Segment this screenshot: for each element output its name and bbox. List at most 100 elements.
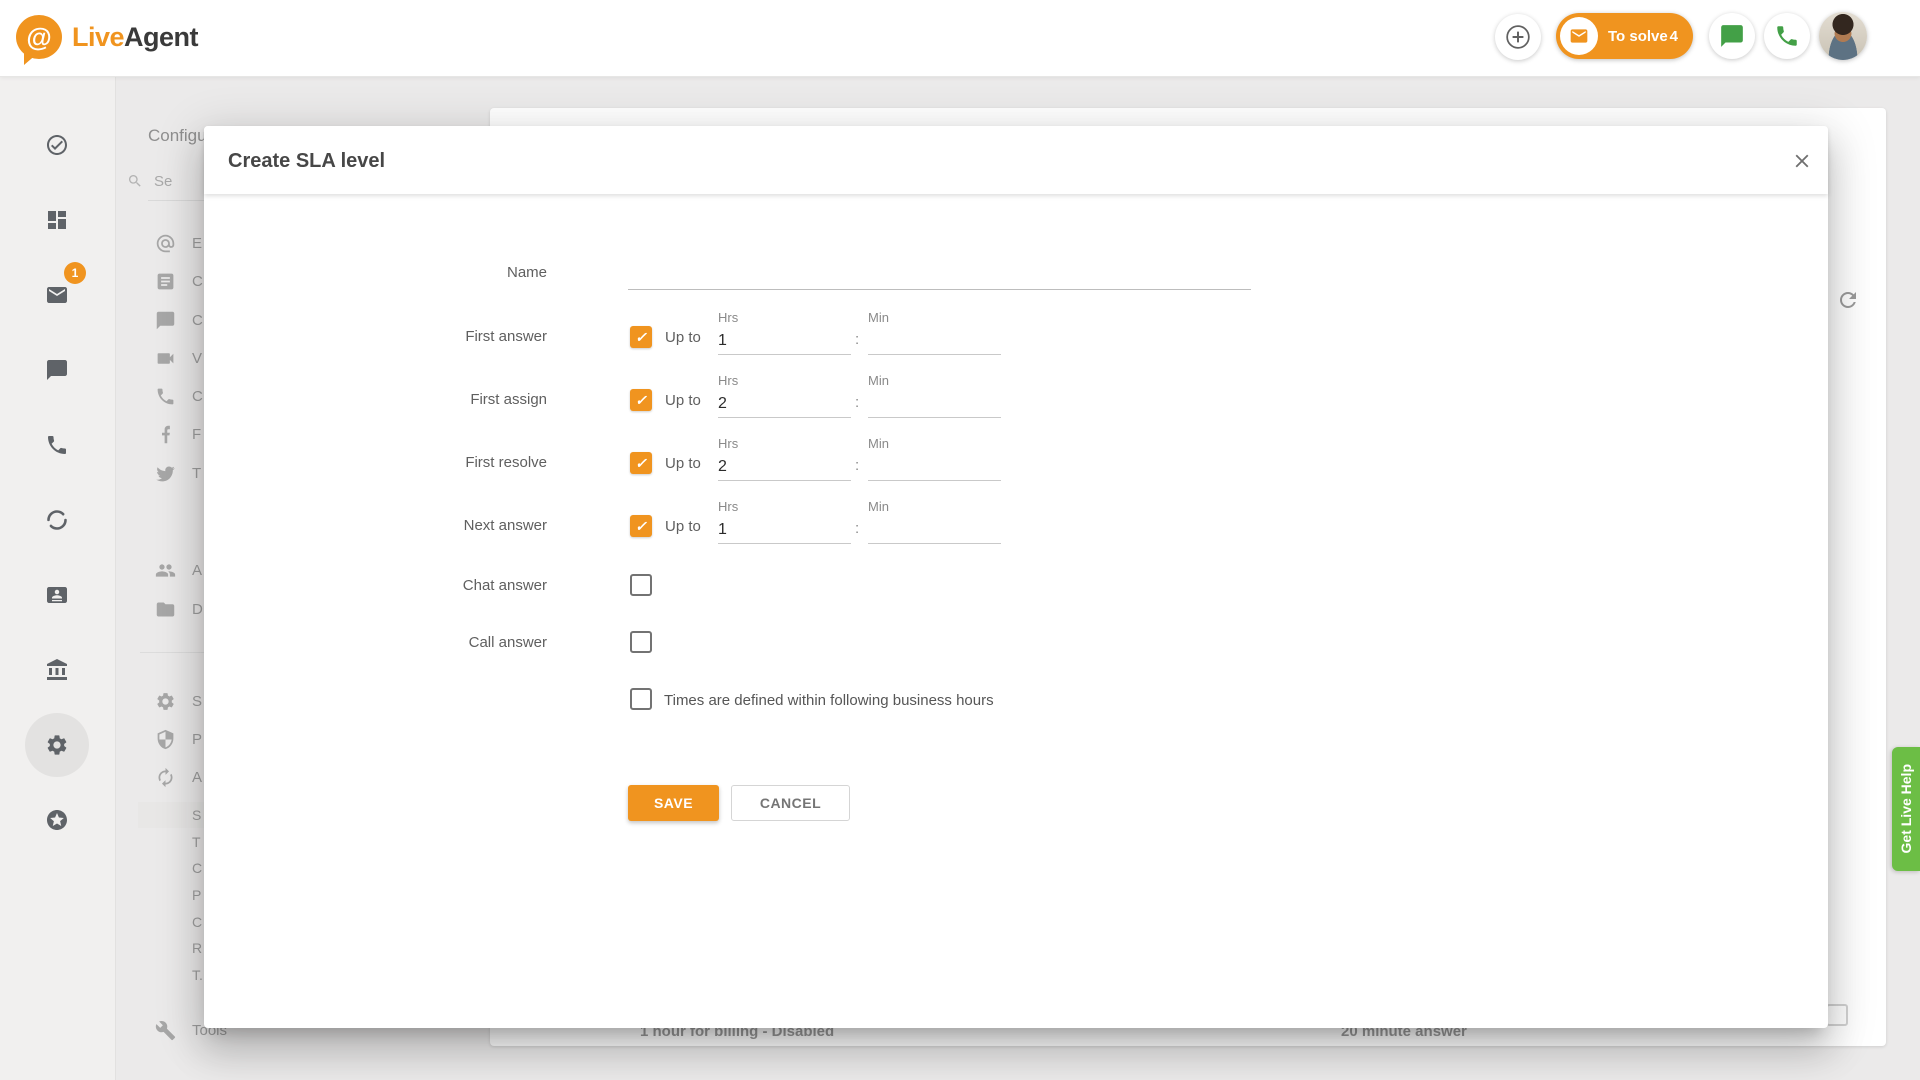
star-circle-icon xyxy=(45,808,69,832)
first-resolve-hrs-input[interactable] xyxy=(718,454,851,481)
mail-icon xyxy=(45,283,69,307)
envelope-icon xyxy=(1560,17,1598,55)
refresh-icon xyxy=(1836,288,1860,312)
sidebar-item-chats[interactable] xyxy=(45,358,69,382)
colon-separator: : xyxy=(855,520,859,537)
sidebar-item-dashboard[interactable] xyxy=(45,208,69,232)
row-label: First assign xyxy=(204,391,547,408)
next-answer-hrs-input[interactable] xyxy=(718,517,851,544)
sidebar-item-to-solve[interactable] xyxy=(45,133,69,157)
videocam-icon xyxy=(155,348,176,369)
colon-separator: : xyxy=(855,394,859,411)
first-answer-min-input[interactable] xyxy=(868,328,1001,355)
twitter-icon xyxy=(155,463,176,484)
header-chats-button[interactable] xyxy=(1709,13,1755,59)
config-subitem[interactable]: C xyxy=(192,860,202,876)
create-sla-level-dialog: Create SLA level Name First answer ✓ Up … xyxy=(204,126,1828,1028)
next-answer-checkbox[interactable]: ✓ xyxy=(630,515,652,537)
first-resolve-checkbox[interactable]: ✓ xyxy=(630,452,652,474)
first-assign-hrs-input[interactable] xyxy=(718,391,851,418)
phone-icon xyxy=(45,433,69,457)
sidebar-item-contacts[interactable] xyxy=(45,583,69,607)
sidebar-item-configuration[interactable] xyxy=(45,733,69,757)
check-icon: ✓ xyxy=(635,455,647,472)
app: @ LiveAgent To solve 4 xyxy=(0,0,1920,1080)
row-label: Next answer xyxy=(204,517,547,534)
logo-icon: @ xyxy=(16,15,62,59)
row-next-answer: Next answer ✓ Up to Hrs : Min xyxy=(204,499,1828,549)
call-answer-checkbox[interactable] xyxy=(630,631,652,653)
loop-icon xyxy=(45,508,69,532)
config-subitem-sla[interactable]: S xyxy=(192,807,201,823)
article-icon xyxy=(155,271,176,292)
name-input[interactable] xyxy=(628,258,1251,290)
config-subitem[interactable]: C xyxy=(192,914,202,930)
dialog-title: Create SLA level xyxy=(228,150,385,173)
config-subitem[interactable]: P xyxy=(192,887,201,903)
first-resolve-min-input[interactable] xyxy=(868,454,1001,481)
to-solve-count: 4 xyxy=(1670,28,1678,45)
hrs-label: Hrs xyxy=(718,499,738,514)
min-label: Min xyxy=(868,436,889,451)
business-hours-checkbox[interactable] xyxy=(630,688,652,710)
row-checkbox[interactable] xyxy=(1826,1004,1848,1026)
close-button[interactable] xyxy=(1788,148,1816,176)
to-solve-pill[interactable]: To solve 4 xyxy=(1556,13,1693,59)
sidebar-item-gamification[interactable] xyxy=(45,808,69,832)
logo[interactable]: @ LiveAgent xyxy=(16,15,198,59)
get-live-help-tab[interactable]: Get Live Help xyxy=(1892,747,1920,871)
config-subitem[interactable]: T xyxy=(192,834,201,850)
colon-separator: : xyxy=(855,457,859,474)
to-solve-label: To solve xyxy=(1608,28,1668,45)
hrs-label: Hrs xyxy=(718,310,738,325)
sidebar-item-billing[interactable] xyxy=(45,658,69,682)
at-icon xyxy=(155,233,176,254)
sidebar-item-tickets[interactable] xyxy=(45,283,69,307)
user-avatar[interactable] xyxy=(1819,12,1867,60)
bank-icon xyxy=(45,658,69,682)
sidebar-item-social[interactable] xyxy=(45,508,69,532)
up-to-label: Up to xyxy=(665,518,701,535)
dialog-header: Create SLA level xyxy=(204,126,1828,194)
wrench-icon xyxy=(155,1020,176,1041)
config-subitem[interactable]: T. xyxy=(192,967,203,983)
contacts-icon xyxy=(45,583,69,607)
save-button[interactable]: SAVE xyxy=(628,785,719,821)
people-icon xyxy=(155,560,176,581)
first-answer-hrs-input[interactable] xyxy=(718,328,851,355)
chat-bubble-icon xyxy=(45,358,69,382)
settings-gear-icon xyxy=(45,733,69,757)
row-first-assign: First assign ✓ Up to Hrs : Min xyxy=(204,373,1828,423)
first-answer-checkbox[interactable]: ✓ xyxy=(630,326,652,348)
next-answer-min-input[interactable] xyxy=(868,517,1001,544)
up-to-label: Up to xyxy=(665,455,701,472)
refresh-button[interactable] xyxy=(1836,288,1860,312)
cancel-button[interactable]: CANCEL xyxy=(731,785,850,821)
row-first-answer: First answer ✓ Up to Hrs : Min xyxy=(204,310,1828,360)
add-button[interactable] xyxy=(1495,14,1541,60)
hrs-label: Hrs xyxy=(718,436,738,451)
plus-icon xyxy=(1505,24,1531,50)
folder-icon xyxy=(155,599,176,620)
config-subitem[interactable]: R xyxy=(192,940,202,956)
first-assign-checkbox[interactable]: ✓ xyxy=(630,389,652,411)
autorenew-icon xyxy=(155,767,176,788)
chat-bubble-icon xyxy=(155,310,176,331)
hrs-label: Hrs xyxy=(718,373,738,388)
phone-icon xyxy=(1774,23,1800,49)
phone-icon xyxy=(155,386,176,407)
search-input[interactable]: Se xyxy=(154,173,172,190)
chat-icon xyxy=(1719,23,1745,49)
chat-answer-checkbox[interactable] xyxy=(630,574,652,596)
up-to-label: Up to xyxy=(665,329,701,346)
config-divider xyxy=(140,652,210,653)
min-label: Min xyxy=(868,499,889,514)
sidebar-item-calls[interactable] xyxy=(45,433,69,457)
business-hours-label: Times are defined within following busin… xyxy=(664,692,994,709)
row-label: First answer xyxy=(204,328,547,345)
sidebar: 1 xyxy=(0,77,116,1080)
config-title: Configu xyxy=(148,126,207,146)
first-assign-min-input[interactable] xyxy=(868,391,1001,418)
min-label: Min xyxy=(868,373,889,388)
header-calls-button[interactable] xyxy=(1764,13,1810,59)
